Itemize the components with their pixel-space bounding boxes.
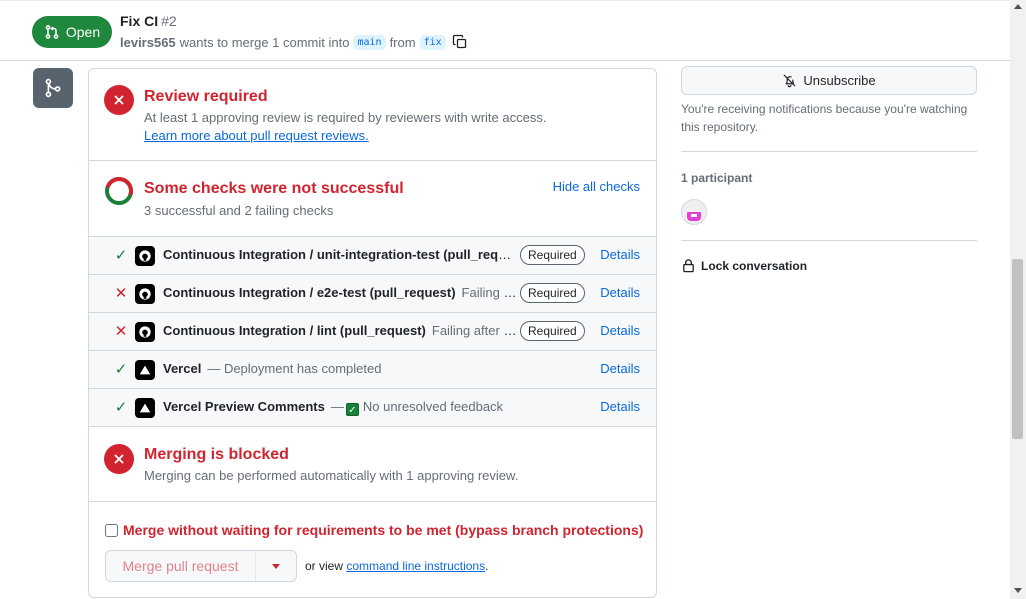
git-merge-icon bbox=[45, 78, 61, 98]
checks-summary-subtitle: 3 successful and 2 failing checks bbox=[144, 203, 334, 218]
check-name: Continuous Integration / unit-integratio… bbox=[163, 247, 518, 262]
x-circle-icon bbox=[104, 444, 134, 474]
unsubscribe-label: Unsubscribe bbox=[803, 73, 876, 88]
checkbox-emoji-icon: ✓ bbox=[345, 403, 359, 416]
check-text: Continuous Integration / lint (pull_requ… bbox=[163, 323, 518, 338]
merge-pull-request-button[interactable]: Merge pull request bbox=[106, 551, 256, 581]
merging-blocked-subtitle: Merging can be performed automatically w… bbox=[144, 468, 519, 483]
check-description-text: No unresolved feedback bbox=[362, 399, 504, 414]
merging-blocked-section: Merging is blocked Merging can be perfor… bbox=[89, 427, 656, 502]
check-text: Continuous Integration / e2e-test (pull_… bbox=[163, 285, 518, 300]
page-scrollbar[interactable] bbox=[1010, 0, 1026, 599]
lock-conversation-button[interactable]: Lock conversation bbox=[681, 258, 807, 273]
pr-merge-text: wants to merge 1 commit into bbox=[179, 34, 350, 50]
check-details-link[interactable]: Details bbox=[600, 323, 640, 338]
x-circle-icon bbox=[104, 85, 134, 115]
bypass-checkbox[interactable] bbox=[105, 523, 118, 537]
check-text: Vercel Preview Comments — ✓ No unresolved f… bbox=[163, 399, 583, 416]
check-name: Vercel Preview Comments bbox=[163, 399, 325, 414]
pr-state-label: Open bbox=[65, 24, 101, 40]
hide-all-checks-button[interactable]: Hide all checks bbox=[553, 179, 640, 194]
sidebar-divider bbox=[681, 151, 977, 152]
checks-summary-title: Some checks were not successful bbox=[144, 180, 404, 197]
check-fail-icon: ✕ bbox=[114, 323, 128, 340]
review-required-title: Review required bbox=[144, 88, 268, 105]
command-line-hint: or view command line instructions. bbox=[305, 559, 488, 573]
command-line-instructions-link[interactable]: command line instructions bbox=[346, 559, 485, 573]
merge-box: Review required At least 1 approving rev… bbox=[88, 68, 657, 598]
required-badge: Required bbox=[520, 283, 585, 303]
merging-blocked-title: Merging is blocked bbox=[144, 446, 289, 463]
check-details-link[interactable]: Details bbox=[600, 247, 640, 262]
check-pass-icon: ✓ bbox=[114, 399, 128, 416]
review-required-subtitle: At least 1 approving review is required … bbox=[144, 110, 547, 125]
pr-number: #2 bbox=[161, 13, 177, 29]
github-icon bbox=[135, 284, 155, 304]
pr-meta: levirs565 wants to merge 1 commit into m… bbox=[120, 34, 468, 50]
check-row: ✓ Vercel Preview Comments — ✓ No unresolved… bbox=[89, 389, 656, 427]
scroll-down-arrow-icon[interactable] bbox=[1014, 588, 1022, 593]
review-required-section: Review required At least 1 approving rev… bbox=[89, 69, 656, 161]
pr-from-text: from bbox=[389, 34, 416, 50]
bypass-protections-option[interactable]: Merge without waiting for requirements t… bbox=[105, 522, 643, 538]
copy-icon[interactable] bbox=[452, 34, 468, 50]
check-details-link[interactable]: Details bbox=[600, 399, 640, 414]
check-fail-icon: ✕ bbox=[114, 285, 128, 302]
participant-avatar[interactable] bbox=[681, 199, 707, 225]
pr-state-badge: Open bbox=[32, 16, 112, 48]
git-pull-request-icon bbox=[45, 25, 59, 39]
check-description-prefix: — bbox=[330, 399, 344, 414]
period-text: . bbox=[485, 559, 489, 573]
check-pass-icon: ✓ bbox=[114, 247, 128, 264]
pr-header: Open Fix CI #2 levirs565 wants to merge 1… bbox=[0, 0, 1010, 61]
pr-author-link[interactable]: levirs565 bbox=[120, 35, 176, 50]
bell-slash-icon bbox=[783, 74, 796, 88]
scrollbar-thumb[interactable] bbox=[1012, 259, 1023, 439]
check-description: Failing after 41s bbox=[431, 323, 518, 338]
github-icon bbox=[135, 322, 155, 342]
learn-more-reviews-link[interactable]: Learn more about pull request reviews. bbox=[144, 128, 369, 143]
scroll-up-arrow-icon[interactable] bbox=[1014, 4, 1022, 9]
github-icon bbox=[135, 246, 155, 266]
notification-reason-text: You're receiving notifications because y… bbox=[681, 102, 968, 134]
check-name: Continuous Integration / lint (pull_requ… bbox=[163, 323, 426, 338]
check-pass-icon: ✓ bbox=[114, 361, 128, 378]
check-details-link[interactable]: Details bbox=[600, 361, 640, 376]
check-description: — Deployment has completed bbox=[207, 361, 382, 376]
merge-method-dropdown[interactable] bbox=[256, 551, 296, 581]
unsubscribe-button[interactable]: Unsubscribe bbox=[681, 66, 977, 95]
git-merge-icon-box bbox=[33, 68, 73, 108]
check-row: ✓ Vercel — Deployment has completed Detai… bbox=[89, 351, 656, 389]
sidebar-divider bbox=[681, 240, 977, 241]
required-badge: Required bbox=[520, 321, 585, 341]
or-view-text: or view bbox=[305, 559, 344, 573]
participants-label: 1 participant bbox=[681, 171, 753, 185]
check-description: ✓ No unresolved feedback bbox=[344, 399, 504, 416]
triangle-down-icon bbox=[272, 563, 280, 569]
vercel-icon bbox=[135, 360, 155, 380]
checks-summary-section: Some checks were not successful 3 succes… bbox=[89, 161, 656, 237]
required-badge: Required bbox=[520, 245, 585, 265]
check-name: Vercel bbox=[163, 361, 202, 376]
head-branch-label[interactable]: fix bbox=[419, 34, 446, 50]
lock-conversation-label: Lock conversation bbox=[701, 258, 808, 273]
vercel-icon bbox=[135, 398, 155, 418]
check-text: Vercel — Deployment has completed bbox=[163, 361, 583, 376]
pr-title: Fix CI #2 bbox=[120, 13, 177, 29]
check-row: ✕ Continuous Integration / lint (pull_re… bbox=[89, 313, 656, 351]
base-branch-label[interactable]: main bbox=[353, 34, 386, 50]
check-row: ✓ Continuous Integration / unit-integrat… bbox=[89, 237, 656, 275]
check-description: Failing af… bbox=[461, 285, 518, 300]
check-row: ✕ Continuous Integration / e2e-test (pul… bbox=[89, 275, 656, 313]
bypass-label: Merge without waiting for requirements t… bbox=[123, 522, 644, 538]
check-name: Continuous Integration / e2e-test (pull_… bbox=[163, 285, 456, 300]
check-details-link[interactable]: Details bbox=[600, 285, 640, 300]
check-text: Continuous Integration / unit-integratio… bbox=[163, 247, 518, 262]
lock-icon bbox=[683, 259, 694, 273]
checks-ring-icon bbox=[105, 177, 133, 205]
pr-title-text: Fix CI bbox=[120, 13, 159, 29]
merge-button-group: Merge pull request bbox=[105, 550, 297, 582]
